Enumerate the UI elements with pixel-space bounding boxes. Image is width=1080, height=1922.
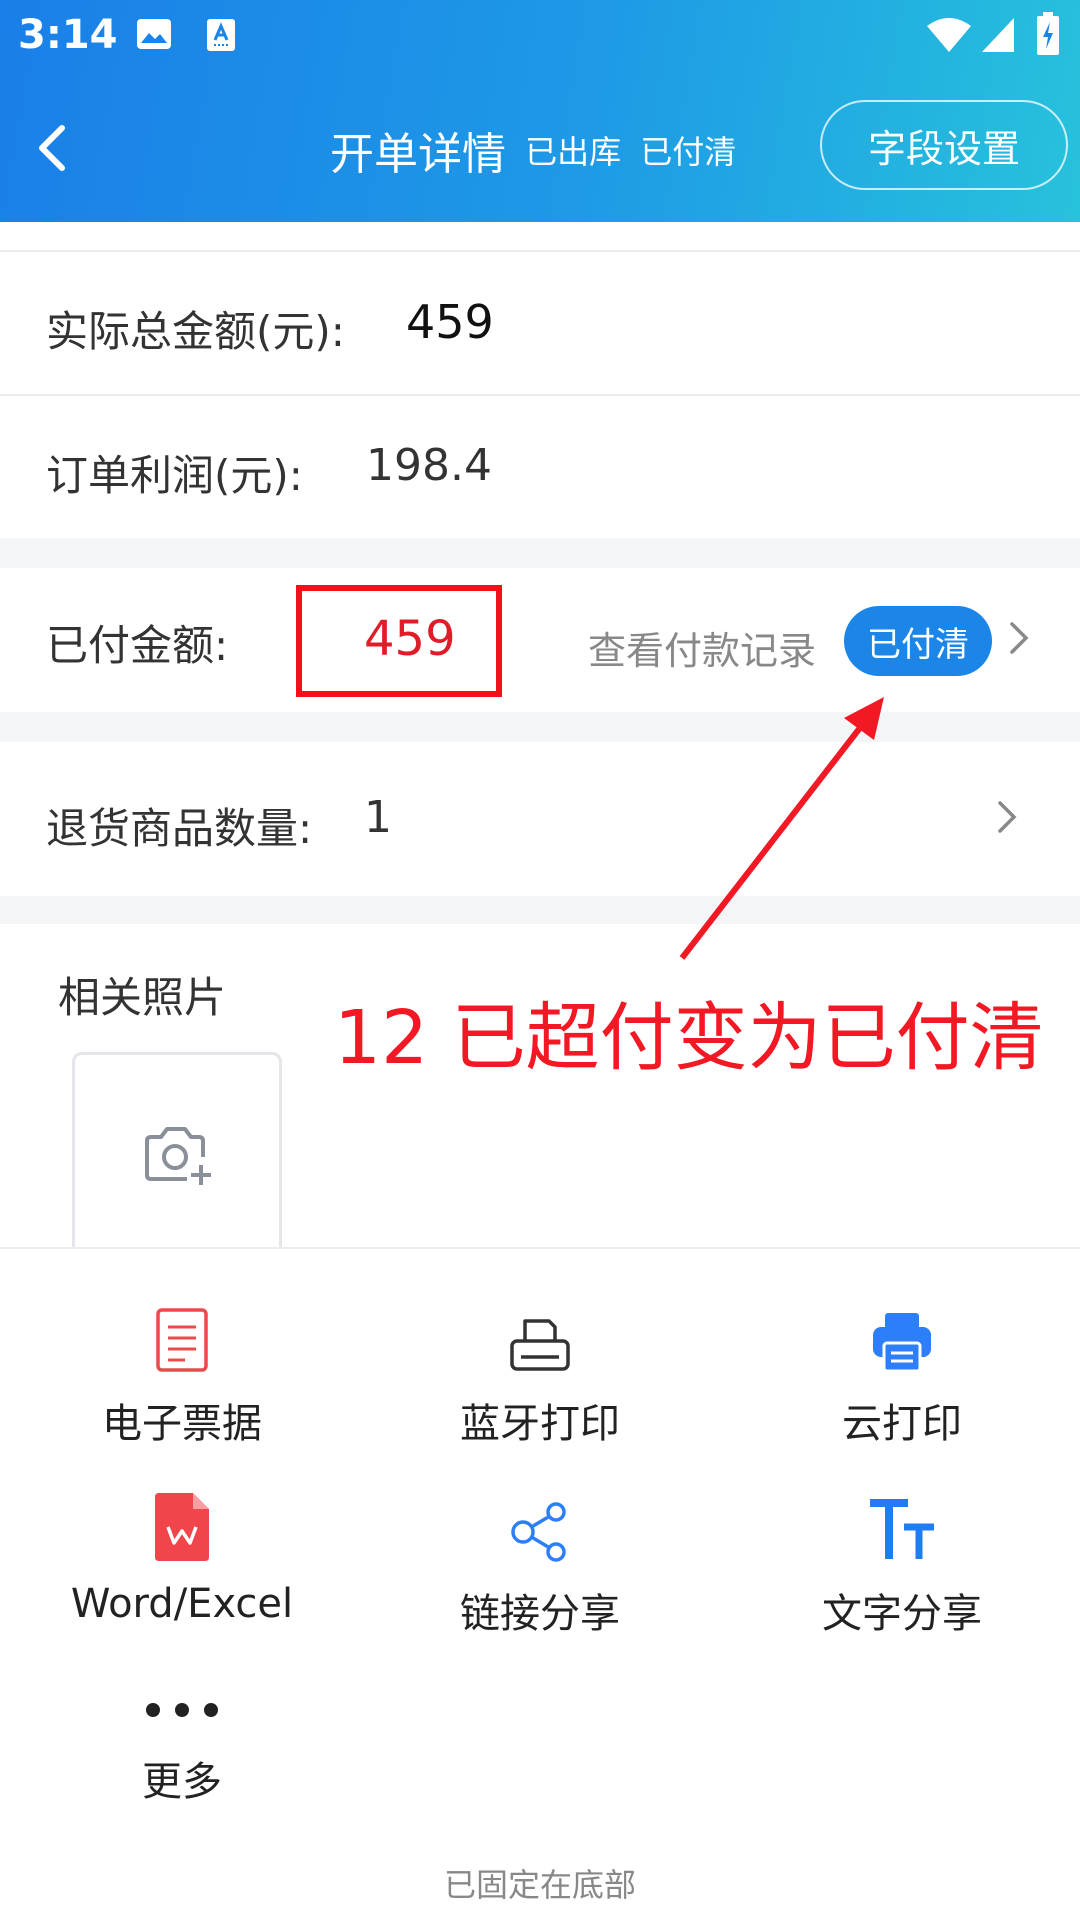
action-label: 电子票据 — [102, 1401, 262, 1447]
more-icon — [146, 1703, 218, 1717]
image-icon — [137, 19, 171, 49]
view-payment-record-link[interactable]: 查看付款记录 — [588, 620, 816, 675]
notification-app-icon — [207, 19, 235, 51]
add-photo-button[interactable] — [72, 1052, 282, 1252]
action-link-share[interactable]: 链接分享 — [390, 1489, 690, 1639]
wps-icon — [155, 1493, 209, 1561]
chevron-right-icon[interactable] — [992, 797, 1022, 837]
return-quantity-value: 1 — [364, 792, 392, 843]
action-cloud-print[interactable]: 云打印 — [752, 1299, 1052, 1449]
section-gap — [0, 538, 1080, 568]
action-label: Word/Excel — [70, 1581, 294, 1627]
action-label: 文字分享 — [822, 1591, 982, 1637]
action-label: 更多 — [142, 1759, 222, 1805]
battery-icon — [1037, 12, 1059, 55]
profit-value: 198.4 — [366, 440, 492, 491]
text-icon — [870, 1499, 934, 1559]
paid-status-badge: 已付清 — [844, 606, 992, 676]
back-icon[interactable] — [30, 118, 78, 178]
return-quantity-label: 退货商品数量: — [46, 804, 313, 853]
action-more[interactable]: 更多 — [32, 1669, 332, 1807]
page-title: 开单详情 — [330, 129, 506, 180]
printer-icon — [510, 1319, 570, 1371]
signal-icon — [982, 18, 1014, 52]
cloud-print-icon — [873, 1313, 931, 1373]
app-header: 3:14 开单详情 已出库 已付清 字段设置 — [0, 0, 1080, 222]
wifi-icon — [927, 18, 971, 52]
total-amount-value: 459 — [406, 295, 494, 349]
title-group: 开单详情 已出库 已付清 — [330, 118, 736, 182]
annotation-text: 12 已超付变为已付清 — [334, 995, 1044, 1081]
paid-amount-value: 459 — [364, 611, 456, 667]
photos-title: 相关照片 — [58, 973, 227, 1022]
field-settings-button[interactable]: 字段设置 — [820, 100, 1068, 190]
profit-label: 订单利润(元): — [46, 451, 303, 500]
action-label: 云打印 — [842, 1401, 962, 1447]
status-time: 3:14 — [18, 12, 118, 58]
status-out-label: 已出库 — [525, 133, 622, 171]
share-action-panel: 电子票据 蓝牙打印 云打印 Word/Excel 链接分享 文字分享 更多 — [0, 1247, 1080, 1922]
section-gap — [0, 896, 1080, 924]
status-paid-label: 已付清 — [640, 133, 737, 171]
camera-add-icon — [145, 1127, 211, 1185]
action-label: 蓝牙打印 — [460, 1401, 620, 1447]
share-icon — [511, 1502, 566, 1562]
action-text-share[interactable]: 文字分享 — [752, 1489, 1052, 1639]
action-bluetooth-print[interactable]: 蓝牙打印 — [390, 1299, 690, 1449]
action-e-receipt[interactable]: 电子票据 — [32, 1299, 332, 1449]
action-word-excel[interactable]: Word/Excel — [32, 1489, 332, 1627]
chevron-right-icon[interactable] — [1004, 618, 1034, 658]
divider — [0, 250, 1080, 252]
total-amount-label: 实际总金额(元): — [46, 307, 345, 356]
action-label: 链接分享 — [460, 1591, 620, 1637]
annotation-arrow — [679, 697, 884, 960]
receipt-icon — [156, 1308, 208, 1372]
paid-amount-label: 已付金额: — [46, 621, 229, 670]
pinned-bottom-text: 已固定在底部 — [443, 1866, 636, 1904]
divider — [0, 394, 1080, 396]
section-gap — [0, 712, 1080, 742]
